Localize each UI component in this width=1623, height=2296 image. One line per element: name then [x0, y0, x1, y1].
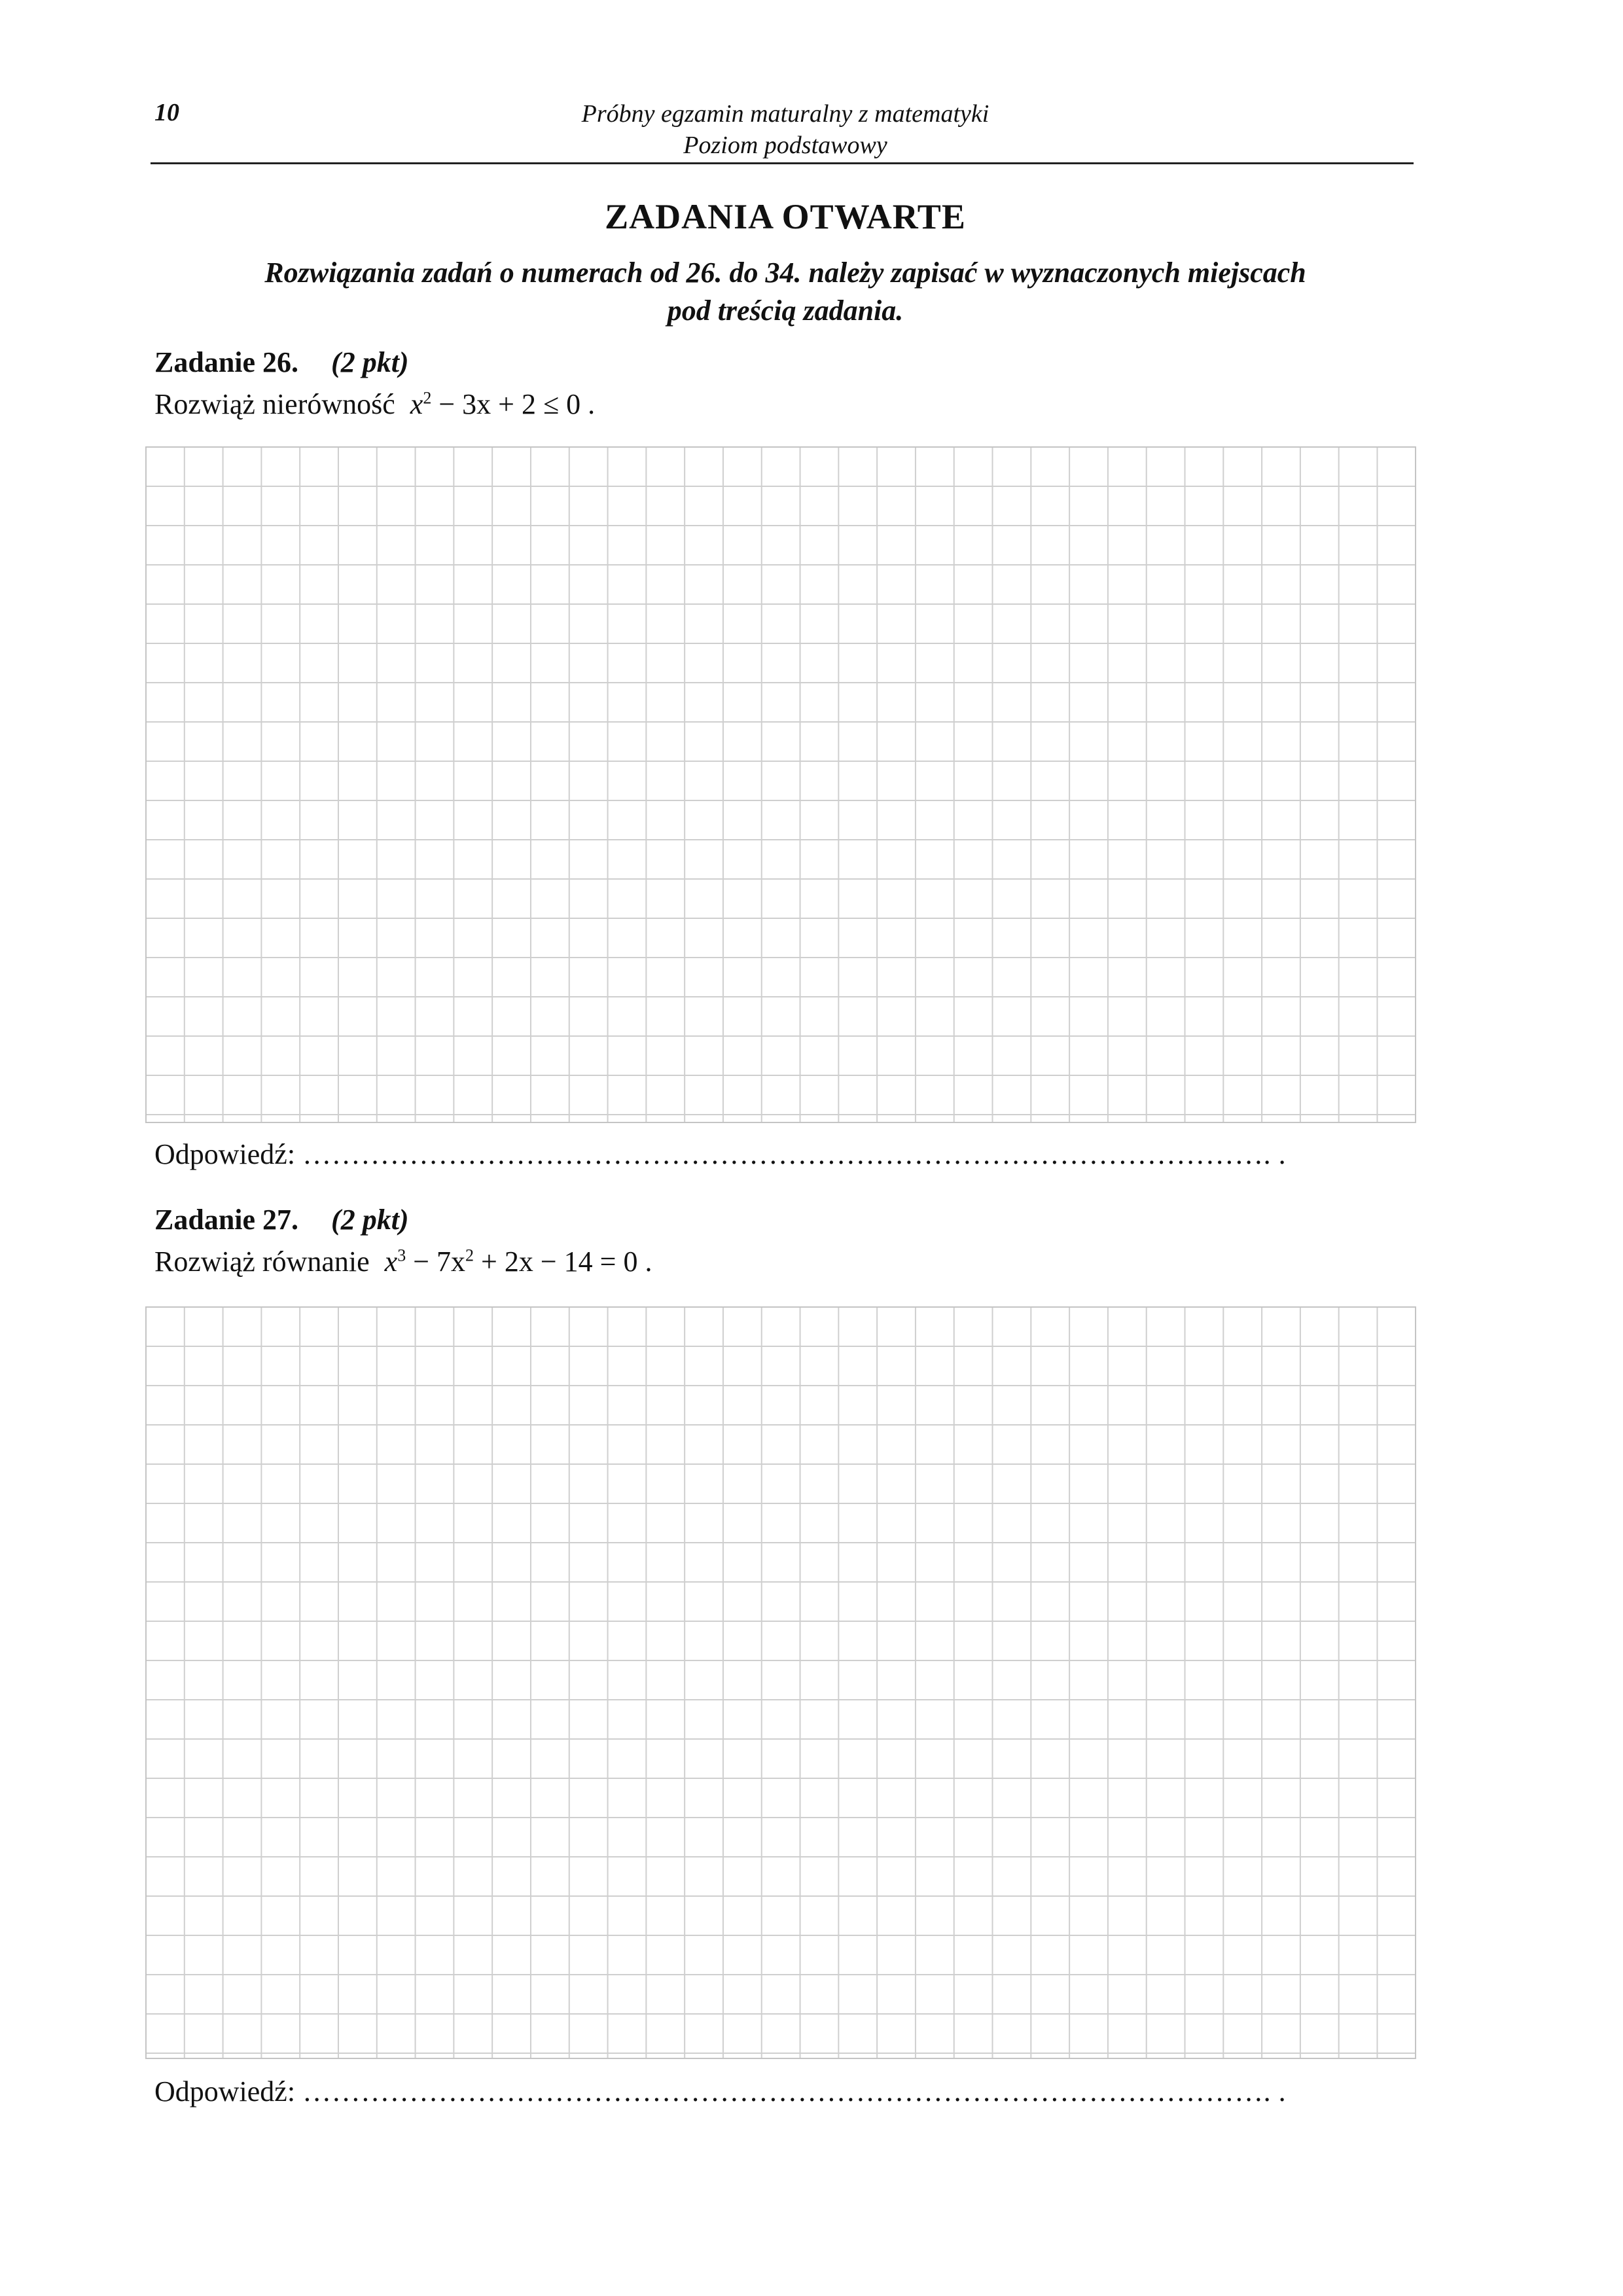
task-27-prompt: Rozwiąż równanie x3 − 7x2 + 2x − 14 = 0 …: [154, 1245, 652, 1278]
task-27-heading: Zadanie 27. (2 pkt): [154, 1203, 409, 1236]
section-instructions: Rozwiązania zadań o numerach od 26. do 3…: [131, 254, 1440, 330]
task-27-label: Zadanie 27.: [154, 1204, 299, 1236]
exam-level: Poziom podstawowy: [683, 132, 887, 159]
task-26-answer-label: Odpowiedź:: [154, 1138, 296, 1170]
task-26-prompt-text: Rozwiąż nierówność: [154, 388, 395, 420]
instructions-line-2: pod treścią zadania.: [667, 295, 904, 327]
task-27-answer-line: Odpowiedź: ………………………………………………………………………………: [154, 2075, 1286, 2108]
task-26-exponent: 2: [423, 388, 432, 408]
exam-title: Próbny egzamin maturalny z matematyki: [581, 100, 990, 128]
task-27-expression-mid: − 7x: [406, 1246, 466, 1278]
task-26-answer-blank[interactable]: ………………………………………………………………………………………. .: [302, 1138, 1286, 1170]
task-27-exponent-2: 2: [465, 1246, 474, 1265]
task-26-var: x: [410, 388, 423, 420]
task-26-answer-line: Odpowiedź: ………………………………………………………………………………: [154, 1138, 1286, 1171]
task-26-label: Zadanie 26.: [154, 346, 299, 378]
task-26-inequality: x2 − 3x + 2 ≤ 0 .: [410, 388, 595, 420]
task-26-answer-grid[interactable]: [145, 446, 1416, 1123]
instructions-line-1: Rozwiązania zadań o numerach od 26. do 3…: [264, 257, 1306, 289]
task-27-var: x: [384, 1246, 398, 1278]
task-27-answer-blank[interactable]: ………………………………………………………………………………………. .: [302, 2075, 1286, 2108]
header-divider: [151, 162, 1414, 164]
task-26-prompt: Rozwiąż nierówność x2 − 3x + 2 ≤ 0 .: [154, 387, 595, 421]
task-27-equation: x3 − 7x2 + 2x − 14 = 0 .: [385, 1246, 652, 1278]
section-title: ZADANIA OTWARTE: [605, 197, 966, 236]
task-26-heading: Zadanie 26. (2 pkt): [154, 346, 409, 379]
task-27-prompt-text: Rozwiąż równanie: [154, 1246, 370, 1278]
task-27-exponent-1: 3: [397, 1246, 406, 1265]
task-27-points: (2 pkt): [331, 1204, 409, 1236]
task-27-answer-label: Odpowiedź:: [154, 2075, 296, 2108]
task-26-expression: − 3x + 2 ≤ 0 .: [431, 388, 596, 420]
task-26-points: (2 pkt): [331, 346, 409, 378]
task-27-expression-rest: + 2x − 14 = 0 .: [474, 1246, 652, 1278]
exam-header: Próbny egzamin maturalny z matematyki Po…: [0, 98, 1571, 161]
task-27-answer-grid[interactable]: [145, 1306, 1416, 2059]
